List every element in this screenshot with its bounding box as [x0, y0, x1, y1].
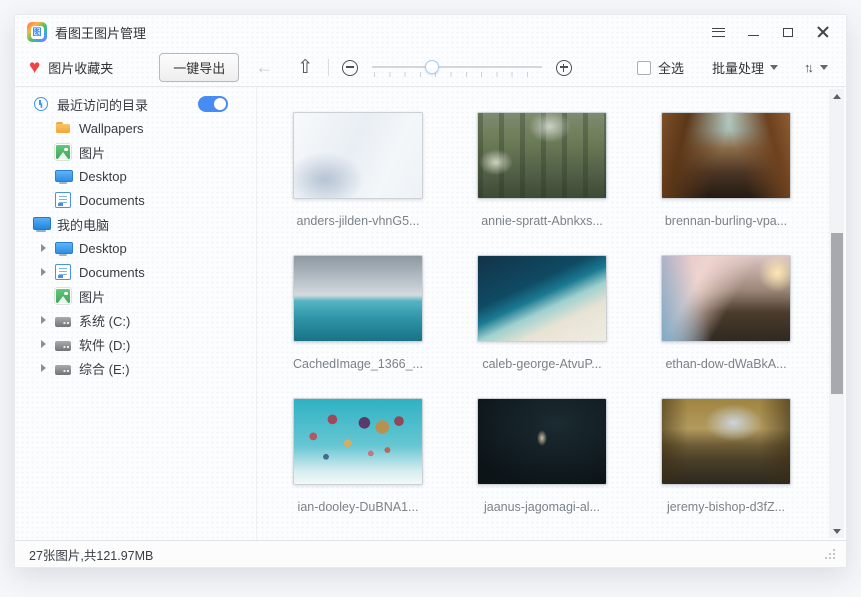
photo-thumbnail-sea-horizon[interactable]: [293, 255, 423, 342]
scrollbar-thumb[interactable]: [831, 233, 843, 395]
expand-arrow-icon[interactable]: [41, 244, 55, 252]
menu-icon[interactable]: [711, 26, 725, 38]
scroll-up-icon[interactable]: [829, 89, 844, 103]
content-area: 最近访问的目录 Wallpapers 图片 Desktop D: [15, 87, 846, 540]
toolbar-right-group: 全选 批量处理: [637, 58, 828, 77]
minimize-icon[interactable]: [746, 26, 760, 38]
folder-icon: [55, 120, 71, 136]
document-icon: [55, 264, 71, 280]
expand-arrow-icon[interactable]: [41, 268, 55, 276]
photo-thumbnail-autumn-lake[interactable]: [661, 398, 791, 485]
favorites-label: 图片收藏夹: [48, 58, 113, 77]
recent-folders-toggle[interactable]: [198, 96, 228, 112]
sort-dropdown[interactable]: [804, 60, 828, 75]
close-icon[interactable]: [816, 26, 830, 38]
toolbar-divider: [328, 59, 329, 76]
window-title: 看图王图片管理: [55, 23, 146, 42]
sidebar-item-pictures[interactable]: 图片: [15, 284, 256, 308]
image-item[interactable]: jeremy-bishop-d3fZ...: [655, 398, 839, 540]
app-logo-icon: 图: [27, 22, 47, 42]
slider-thumb[interactable]: [425, 60, 439, 74]
sidebar: 最近访问的目录 Wallpapers 图片 Desktop D: [15, 87, 257, 540]
image-item[interactable]: caleb-george-AtvuP...: [471, 255, 655, 398]
photo-thumbnail-balloons[interactable]: [293, 398, 423, 485]
select-all-label: 全选: [658, 58, 684, 77]
select-all-checkbox[interactable]: [637, 61, 651, 75]
zoom-in-icon[interactable]: [556, 60, 572, 76]
photo-thumbnail-sunset-coast[interactable]: [661, 255, 791, 342]
batch-process-label: 批量处理: [712, 58, 764, 77]
photo-thumbnail-ice[interactable]: [293, 112, 423, 199]
sidebar-item-drive-c[interactable]: 系统 (C:): [15, 308, 256, 332]
document-icon: [55, 192, 71, 208]
app-window: 图 看图王图片管理 图片收藏夹 一键导出 全选 批量处理: [14, 14, 847, 568]
resize-grip[interactable]: [824, 548, 836, 560]
window-controls: [711, 26, 830, 38]
expand-arrow-icon[interactable]: [41, 316, 55, 324]
image-icon: [55, 288, 71, 304]
drive-icon: [55, 317, 71, 327]
slider-track[interactable]: [372, 66, 542, 68]
title-bar: 图 看图王图片管理: [15, 15, 846, 49]
toolbar: 图片收藏夹 一键导出 全选 批量处理: [15, 49, 846, 87]
desktop-icon: [55, 168, 71, 184]
expand-arrow-icon[interactable]: [41, 340, 55, 348]
home-up-icon[interactable]: [297, 56, 313, 79]
scroll-down-icon[interactable]: [829, 524, 844, 538]
vertical-scrollbar[interactable]: [829, 89, 844, 538]
back-arrow-icon[interactable]: [255, 57, 273, 78]
image-item[interactable]: ian-dooley-DuBNA1...: [287, 398, 471, 540]
thumbnail-grid-area: anders-jilden-vhnG5... annie-spratt-Abnk…: [257, 87, 846, 540]
desktop-icon: [55, 240, 71, 256]
sidebar-item-desktop-recent[interactable]: Desktop: [15, 164, 256, 188]
chevron-down-icon: [770, 65, 778, 70]
image-item[interactable]: ethan-dow-dWaBkA...: [655, 255, 839, 398]
clock-icon: [34, 97, 48, 111]
image-icon: [55, 144, 71, 160]
thumbnail-grid: anders-jilden-vhnG5... annie-spratt-Abnk…: [257, 87, 846, 540]
sidebar-item-pictures-recent[interactable]: 图片: [15, 140, 256, 164]
photo-thumbnail-dark-sea[interactable]: [477, 398, 607, 485]
image-item[interactable]: annie-spratt-Abnkxs...: [471, 112, 655, 255]
computer-icon: [33, 216, 49, 232]
sidebar-item-recent-folders[interactable]: 最近访问的目录: [15, 92, 256, 116]
heart-icon: [29, 58, 40, 77]
sidebar-item-drive-d[interactable]: 软件 (D:): [15, 332, 256, 356]
photo-thumbnail-aerial-beach[interactable]: [477, 255, 607, 342]
image-item[interactable]: anders-jilden-vhnG5...: [287, 112, 471, 255]
drive-icon: [55, 365, 71, 375]
sidebar-item-my-computer[interactable]: 我的电脑: [15, 212, 256, 236]
sidebar-item-desktop[interactable]: Desktop: [15, 236, 256, 260]
maximize-icon[interactable]: [781, 26, 795, 38]
image-item[interactable]: brennan-burling-vpa...: [655, 112, 839, 255]
zoom-out-icon[interactable]: [342, 60, 358, 76]
drive-icon: [55, 341, 71, 351]
photo-thumbnail-canyon[interactable]: [661, 112, 791, 199]
expand-arrow-icon[interactable]: [41, 364, 55, 372]
sidebar-item-wallpapers[interactable]: Wallpapers: [15, 116, 256, 140]
zoom-slider[interactable]: [372, 58, 542, 78]
image-item[interactable]: CachedImage_1366_...: [287, 255, 471, 398]
sort-icon: [804, 60, 814, 75]
sidebar-item-drive-e[interactable]: 综合 (E:): [15, 356, 256, 380]
sidebar-item-documents-recent[interactable]: Documents: [15, 188, 256, 212]
sidebar-item-documents[interactable]: Documents: [15, 260, 256, 284]
export-button[interactable]: 一键导出: [159, 53, 239, 82]
status-bar: 27张图片,共121.97MB: [15, 540, 846, 567]
batch-process-dropdown[interactable]: 批量处理: [712, 58, 778, 77]
chevron-down-icon: [820, 65, 828, 70]
slider-ticks: [374, 72, 542, 77]
status-text: 27张图片,共121.97MB: [29, 545, 153, 564]
photo-thumbnail-deer-forest[interactable]: [477, 112, 607, 199]
image-item[interactable]: jaanus-jagomagi-al...: [471, 398, 655, 540]
